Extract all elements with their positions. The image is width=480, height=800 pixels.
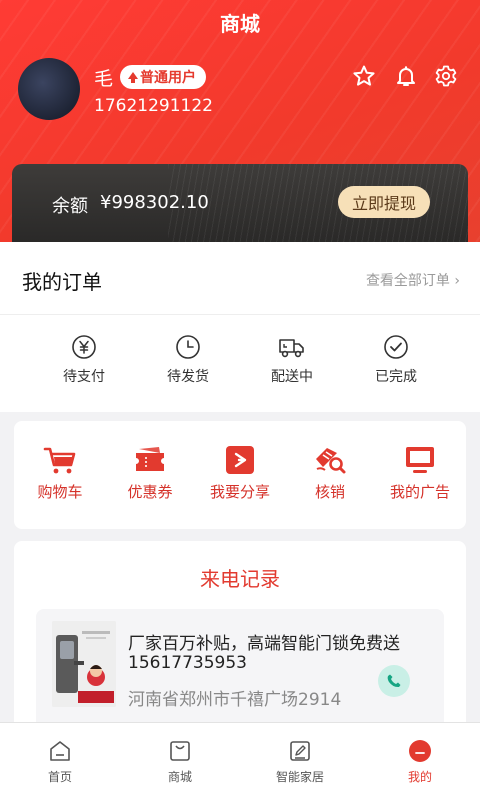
monitor-icon [406, 447, 434, 473]
share-button[interactable]: 我要分享 [200, 445, 280, 502]
cart-icon [43, 447, 76, 474]
order-pending-payment[interactable]: 待支付 [44, 334, 124, 386]
profile-icon [409, 740, 431, 762]
order-item-label: 待发货 [167, 369, 209, 385]
call-record-phone: 15617735953 [128, 653, 247, 673]
withdraw-button[interactable]: 立即提现 [337, 186, 430, 218]
order-in-delivery[interactable]: 配送中 [252, 334, 332, 386]
my-ads-button[interactable]: 我的广告 [380, 445, 460, 502]
user-level-label: 普通用户 [140, 70, 196, 86]
call-button[interactable] [378, 665, 410, 697]
clock-icon [176, 335, 200, 359]
nav-mine[interactable]: 我的 [380, 739, 460, 785]
tool-label: 购物车 [37, 483, 83, 501]
nav-home[interactable]: 首页 [20, 739, 100, 785]
order-pending-shipment[interactable]: 待发货 [148, 334, 228, 386]
tool-label: 我要分享 [209, 483, 270, 501]
chevron-right-icon: › [454, 273, 460, 289]
truck-icon [279, 339, 304, 358]
bottom-nav: 首页 商城 智能家居 我的 [0, 722, 480, 800]
orders-title: 我的订单 [22, 270, 102, 294]
arrow-up-icon [128, 71, 138, 83]
cart-button[interactable]: 购物车 [20, 445, 100, 502]
profile-header: 商城 毛 普通用户 17621291122 余额 ¥998302.10 立即提现 [0, 0, 480, 242]
coupon-button[interactable]: 优惠券 [110, 445, 190, 502]
view-all-orders-link[interactable]: 查看全部订单 › [366, 270, 460, 290]
nav-mall[interactable]: 商城 [140, 739, 220, 785]
tool-label: 我的广告 [389, 483, 450, 501]
orders-section: 我的订单 查看全部订单 › 待支付 待发货 配送中 已完成 [0, 242, 480, 412]
call-record-address: 河南省郑州市千禧广场2914 [128, 690, 342, 710]
order-item-label: 已完成 [375, 369, 417, 385]
tool-label: 核销 [314, 483, 345, 501]
user-level-badge: 普通用户 [120, 65, 206, 89]
tool-label: 优惠券 [127, 483, 173, 501]
page-title: 商城 [220, 12, 260, 36]
bell-icon[interactable] [394, 64, 418, 88]
phone-icon [387, 674, 401, 688]
avatar[interactable] [18, 58, 80, 120]
ad-thumbnail-image [52, 621, 116, 707]
check-circle-icon [384, 335, 408, 359]
tools-section: 购物车 优惠券 我要分享 核销 我的广告 [14, 421, 466, 529]
call-records-title: 来电记录 [200, 567, 280, 591]
coupon-icon [136, 447, 164, 471]
balance-value: ¥998302.10 [100, 192, 209, 213]
view-all-orders-label: 查看全部订单 [365, 273, 450, 289]
nav-smart-home[interactable]: 智能家居 [260, 739, 340, 785]
bag-icon [170, 741, 190, 761]
door-lock-ad-image [52, 621, 116, 707]
edit-icon [290, 741, 310, 761]
nav-label: 我的 [407, 770, 432, 784]
order-item-label: 待支付 [63, 369, 105, 385]
call-records-section: 来电记录 厂家百万补贴，高端智能门锁免费送 15617735953 河南省郑州市… [14, 541, 466, 741]
user-name: 毛 [94, 68, 114, 90]
nav-label: 首页 [47, 770, 72, 784]
call-record-title: 厂家百万补贴，高端智能门锁免费送 [128, 634, 400, 654]
verify-button[interactable]: 核销 [290, 445, 370, 502]
nav-label: 智能家居 [275, 770, 324, 784]
home-icon [50, 741, 70, 761]
gear-icon[interactable] [434, 64, 458, 88]
order-item-label: 配送中 [271, 369, 313, 385]
user-phone: 17621291122 [94, 96, 213, 116]
balance-card: 余额 ¥998302.10 立即提现 [12, 164, 468, 242]
share-icon [226, 446, 254, 474]
verify-icon [316, 448, 346, 474]
divider [0, 314, 480, 315]
order-completed[interactable]: 已完成 [356, 334, 436, 386]
yuan-icon [72, 335, 96, 359]
nav-label: 商城 [167, 770, 192, 784]
star-icon[interactable] [352, 64, 376, 88]
balance-label: 余额 [52, 196, 88, 217]
